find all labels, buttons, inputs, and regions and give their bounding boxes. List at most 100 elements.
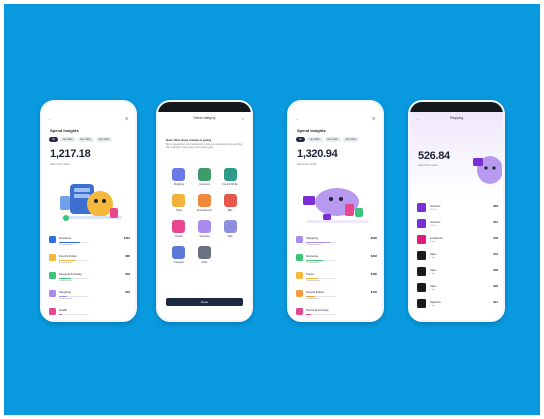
total-amount: 526.84 [418,150,450,162]
tab-month[interactable]: Nov 2021 [95,137,112,142]
merchant-list: Amazon 12 Jan $69 Amazon 10 Jan $54 Lululemon 8… [417,202,498,314]
list-item[interactable]: Health [49,306,130,320]
category-label: Travel [175,209,183,212]
list-item[interactable]: Food & Drinks 8 transactions $85 [49,252,130,270]
category-icon [296,254,303,261]
blue-backdrop: ← ☰ Spend Insights All Jan 2022 Dec 2021… [4,4,540,415]
spend-bar-fill [306,241,330,243]
transaction-amount: $54 [493,220,498,224]
category-icon [296,290,303,297]
list-item[interactable]: Travel 5 transactions $190 [296,270,377,288]
category-label: Groceries [199,183,210,186]
category-amount: $302 [370,254,377,258]
category-info: Shopping 14 transactions [306,234,368,246]
back-arrow-icon[interactable]: ← [295,116,300,121]
spend-bar [59,259,89,261]
tab-month[interactable]: All [49,137,58,142]
back-arrow-icon[interactable]: ← [48,116,53,121]
category-sub: 9 transactions [306,262,320,264]
category-icon [296,236,303,243]
category-sub: 3 transactions [59,298,73,300]
category-icon [49,236,56,243]
tab-month[interactable]: Jan 2022 [59,137,76,142]
transaction-amount: $29 [493,284,498,288]
transaction-row[interactable]: Sephora 1 Jan $21 [417,298,498,314]
phone-spend-insights-2: ← ☰ Spend Insights All Jan 2022 Dec 2021… [287,100,384,322]
filter-icon[interactable]: ☰ [124,116,129,121]
merchant-info: Amazon 12 Jan [430,202,489,211]
list-item[interactable]: Shopping 3 transactions $29 [49,288,130,306]
spend-bar [59,241,89,243]
merchant-logo-icon [417,235,426,244]
back-arrow-icon[interactable]: ← [416,116,421,121]
category-info: Travel 5 transactions [306,270,368,282]
merchant-logo-icon [417,219,426,228]
list-item[interactable]: Food & Drinks 6 transactions $140 [296,288,377,306]
tab-month[interactable]: Dec 2021 [77,137,94,142]
category-option[interactable]: Bills [217,194,243,212]
category-option[interactable]: Other [192,246,218,264]
spend-bar-fill [59,277,71,279]
category-option[interactable]: Travel [166,194,192,212]
merchant-info: Zara 4 Jan [430,266,489,275]
category-option[interactable]: Gifts [217,220,243,238]
category-amount: $190 [370,272,377,276]
category-label: Shopping [59,290,71,294]
category-icon [49,254,56,261]
transaction-amount: $38 [493,268,498,272]
tab-month[interactable]: Jan 2022 [306,137,323,142]
done-button[interactable]: Done [166,298,243,306]
transaction-amount: $69 [493,204,498,208]
merchant-logo-icon [417,267,426,276]
category-option[interactable]: Transport [166,246,192,264]
category-label: Bills [227,209,233,212]
category-option[interactable]: Shopping [192,220,218,238]
transaction-date: 4 Jan [430,273,436,275]
category-option[interactable]: Shopping [166,168,192,186]
category-label: Personal & Family [59,272,82,276]
category-label: Food & Drinks [222,183,238,186]
category-illustration-icon [197,246,211,259]
transaction-row[interactable]: Amazon 12 Jan $69 [417,202,498,218]
transaction-date: 6 Jan [430,257,436,259]
category-label: Gifts [227,235,233,238]
transaction-row[interactable]: Lululemon 8 Jan $48 [417,234,498,250]
category-option[interactable]: Entertainment [192,194,218,212]
shopping-character-icon [473,156,502,184]
transaction-row[interactable]: Amazon 10 Jan $54 [417,218,498,234]
transaction-row[interactable]: Zara 4 Jan $38 [417,266,498,282]
merchant-name: Amazon [430,220,441,224]
transaction-amount: $48 [493,236,498,240]
transaction-row[interactable]: Zara 6 Jan $42 [417,250,498,266]
list-item[interactable]: Shopping 14 transactions $526 [296,234,377,252]
tab-month[interactable]: Dec 2021 [324,137,341,142]
category-icon [49,290,56,297]
page-title: Spend Insights [297,128,326,133]
transaction-row[interactable]: Zara 2 Jan $29 [417,282,498,298]
category-grid: Shopping Groceries Food & Drinks Travel Ente… [166,168,243,264]
list-item[interactable]: Groceries 9 transactions $302 [296,252,377,270]
category-icon [49,272,56,279]
category-label: Personal & Family [306,308,329,312]
spend-bar [306,241,336,243]
list-item[interactable]: Personal & Family [296,306,377,320]
merchant-logo-icon [417,203,426,212]
category-illustration-icon [172,168,186,181]
tab-month[interactable]: All [296,137,305,142]
category-option[interactable]: Food & Drinks [217,168,243,186]
category-label: Other [201,261,208,264]
spend-bar-fill [59,241,80,243]
category-label: Groceries [59,236,72,240]
tab-month[interactable]: Nov 2021 [342,137,359,142]
merchant-name: Zara [430,284,436,288]
filter-icon[interactable]: ☰ [371,116,376,121]
category-amount: $56 [125,272,130,276]
category-option[interactable]: Health [166,220,192,238]
spend-bar [59,313,89,315]
category-icon [296,308,303,315]
list-item[interactable]: Groceries 12 transactions $113 [49,234,130,252]
category-label: Shopping [306,236,318,240]
list-item[interactable]: Personal & Family 4 transactions $56 [49,270,130,288]
close-icon[interactable]: × [240,116,245,121]
category-option[interactable]: Groceries [192,168,218,186]
